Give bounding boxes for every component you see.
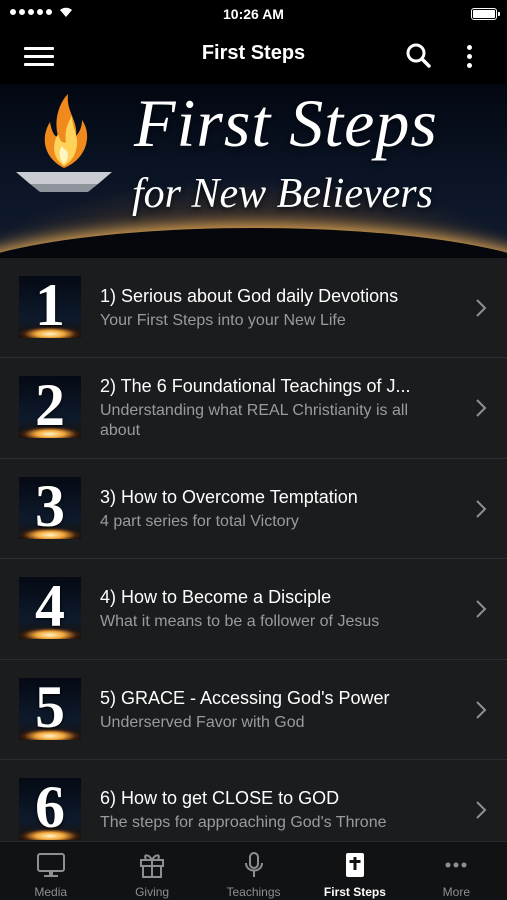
tab-more[interactable]: More (406, 842, 507, 900)
tab-label: More (442, 885, 470, 899)
number-thumbnail: 3 (19, 476, 81, 539)
item-subtitle: 4 part series for total Victory (100, 512, 299, 530)
item-subtitle: Underserved Favor with God (100, 713, 305, 731)
banner-subtitle: for New Believers (132, 171, 433, 217)
chevron-right-icon (476, 700, 487, 719)
item-subtitle: Your First Steps into your New Life (100, 312, 346, 329)
status-bar: 10:26 AM (0, 0, 507, 28)
list-item[interactable]: 1 1) Serious about God daily Devotions Y… (0, 258, 507, 359)
list-item[interactable]: 2 2) The 6 Foundational Teachings of J..… (0, 358, 507, 459)
tab-giving[interactable]: Giving (101, 842, 202, 900)
list-item[interactable]: 5 5) GRACE - Accessing God's Power Under… (0, 660, 507, 760)
number-thumbnail: 5 (19, 677, 81, 740)
tv-icon (36, 853, 65, 877)
item-subtitle: What it means to be a follower of Jesus (100, 613, 380, 631)
more-options-icon[interactable] (457, 40, 481, 72)
nav-bar: First Steps (0, 28, 507, 84)
tab-label: Media (34, 885, 68, 899)
tab-label: Teachings (226, 885, 281, 899)
search-icon[interactable] (403, 40, 435, 72)
tab-first-steps[interactable]: First Steps (304, 842, 405, 900)
gift-icon (140, 854, 165, 878)
item-subtitle: The steps for approaching God's Throne (100, 813, 387, 831)
item-title: 1) Serious about God daily Devotions (100, 286, 399, 306)
tab-label: First Steps (323, 885, 386, 899)
item-subtitle: Understanding what REAL Christianity is … (100, 402, 408, 440)
tab-label: Giving (135, 885, 170, 899)
number-thumbnail: 1 (19, 276, 81, 338)
number-thumbnail: 6 (19, 777, 81, 840)
tab-teachings[interactable]: Teachings (203, 842, 304, 900)
list-item[interactable]: 3 3) How to Overcome Temptation 4 part s… (0, 459, 507, 560)
chevron-right-icon (476, 500, 487, 518)
more-dots-icon (445, 862, 467, 868)
hero-banner: First Steps for New Believers (0, 84, 507, 258)
item-title: 4) How to Become a Disciple (100, 587, 332, 608)
list-item[interactable]: 6 6) How to get CLOSE to GOD The steps f… (0, 760, 507, 841)
banner-title: First Steps (134, 85, 438, 161)
item-title: 5) GRACE - Accessing God's Power (100, 687, 390, 708)
item-title: 3) How to Overcome Temptation (100, 486, 358, 507)
chevron-right-icon (476, 600, 487, 618)
chevron-right-icon (476, 801, 487, 819)
bible-icon (345, 853, 364, 877)
chevron-right-icon (476, 399, 487, 418)
tab-bar: Media Giving Teachings First Steps More (0, 841, 507, 900)
status-time: 10:26 AM (223, 6, 284, 22)
lesson-list: 1 1) Serious about God daily Devotions Y… (0, 258, 507, 841)
number-thumbnail: 2 (19, 376, 81, 439)
item-title: 6) How to get CLOSE to GOD (100, 787, 340, 808)
microphone-icon (244, 852, 263, 877)
item-title: 2) The 6 Foundational Teachings of J... (100, 376, 411, 397)
number-thumbnail: 4 (19, 577, 81, 640)
tab-media[interactable]: Media (0, 842, 101, 900)
battery-icon (471, 8, 500, 20)
list-item[interactable]: 4 4) How to Become a Disciple What it me… (0, 559, 507, 660)
chevron-right-icon (476, 299, 487, 317)
flame-bowl-icon (16, 94, 112, 192)
